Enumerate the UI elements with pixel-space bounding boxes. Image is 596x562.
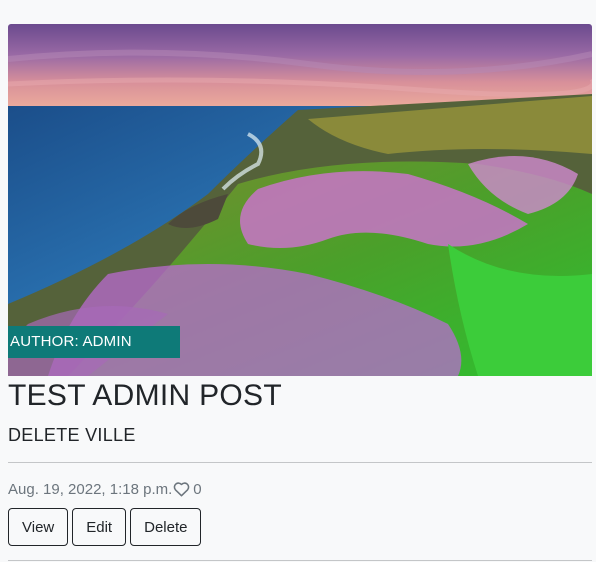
edit-button[interactable]: Edit — [72, 508, 127, 546]
post-card: AUTHOR: ADMIN TEST ADMIN POST DELETE VIL… — [8, 24, 592, 561]
post-meta: Aug. 19, 2022, 1:18 p.m. 0 — [8, 478, 202, 500]
author-badge: AUTHOR: ADMIN — [8, 326, 180, 358]
post-actions: View Edit Delete — [8, 508, 202, 546]
delete-button[interactable]: Delete — [130, 508, 202, 546]
post-title: TEST ADMIN POST — [8, 379, 282, 412]
coastal-landscape-image — [8, 24, 592, 376]
divider — [8, 462, 592, 463]
post-date: Aug. 19, 2022, 1:18 p.m. — [8, 480, 173, 498]
heart-outline-icon[interactable] — [173, 481, 190, 497]
like-count: 0 — [193, 480, 202, 498]
view-button[interactable]: View — [8, 508, 69, 546]
divider-bottom — [8, 560, 592, 561]
post-image: AUTHOR: ADMIN — [8, 24, 592, 376]
post-subtitle: DELETE VILLE — [8, 425, 136, 445]
